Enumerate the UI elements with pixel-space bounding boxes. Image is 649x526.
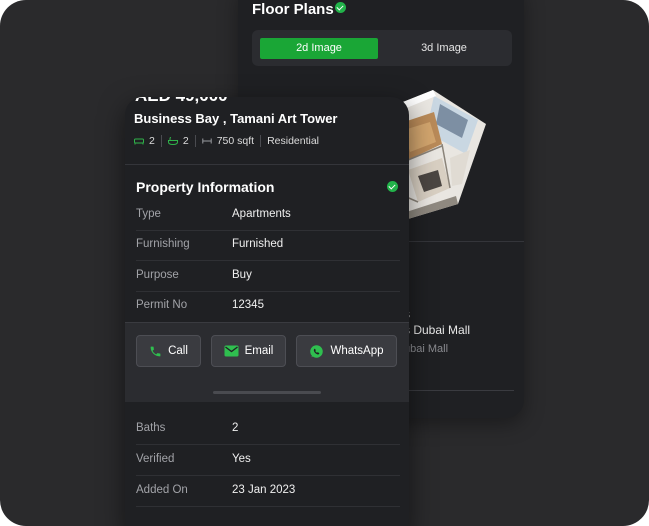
- bed-icon: [134, 138, 144, 145]
- info-value: Apartments: [232, 208, 291, 220]
- beds-count: 2: [149, 135, 155, 147]
- info-value: 2: [232, 422, 239, 434]
- info-row-added-on: Added On 23 Jan 2023: [136, 475, 400, 507]
- info-row-type: Type Apartments: [136, 199, 400, 231]
- category-value: Residential: [267, 135, 320, 147]
- info-key: Added On: [136, 484, 188, 496]
- info-key: Purpose: [136, 269, 179, 281]
- info-key: Baths: [136, 422, 166, 434]
- property-info-title: Property Information: [136, 179, 275, 195]
- area-stat: 750 sqft: [201, 135, 255, 147]
- whatsapp-button[interactable]: WhatsApp: [296, 335, 397, 367]
- info-key: Permit No: [136, 299, 188, 311]
- info-key: Type: [136, 208, 161, 220]
- separator: [160, 135, 162, 147]
- info-value: 12345: [232, 299, 264, 311]
- floor-plan-tabs: 2d Image 3d Image: [252, 30, 512, 66]
- info-value: 23 Jan 2023: [232, 484, 296, 496]
- info-value: Buy: [232, 269, 252, 281]
- call-button[interactable]: Call: [136, 335, 201, 367]
- info-row-baths: Baths 2: [136, 413, 400, 445]
- verified-check-icon: [335, 2, 346, 13]
- info-row-furnishing: Furnishing Furnished: [136, 229, 400, 261]
- info-key: Verified: [136, 453, 175, 465]
- area-value: 750 sqft: [216, 135, 255, 147]
- phone-icon: [150, 346, 161, 356]
- floor-plans-title: Floor Plans: [252, 1, 334, 18]
- partial-text: ubai Mall: [404, 343, 449, 355]
- verified-check-icon: [387, 181, 398, 192]
- area-icon: [201, 138, 212, 144]
- app-stage: Floor Plans 2d Image 3d Image s Dubai Ma…: [0, 0, 649, 526]
- partial-text: s Dubai Mall: [404, 323, 471, 337]
- tab-3d-image[interactable]: 3d Image: [384, 38, 504, 59]
- property-details-card: AED 49,000 Business Bay , Tamani Art Tow…: [125, 97, 409, 526]
- email-label: Email: [244, 345, 274, 357]
- bath-icon: [167, 137, 178, 145]
- listing-price: AED 49,000: [135, 97, 228, 106]
- info-row-permit: Permit No 12345: [136, 290, 400, 321]
- baths-stat: 2: [167, 135, 189, 147]
- email-button[interactable]: Email: [211, 335, 286, 367]
- info-key: Furnishing: [136, 238, 190, 250]
- whatsapp-label: WhatsApp: [330, 345, 384, 357]
- mail-icon: [224, 345, 239, 357]
- info-row-purpose: Purpose Buy: [136, 260, 400, 292]
- listing-address: Business Bay , Tamani Art Tower: [134, 111, 338, 126]
- listing-stats: 2 2 750 sqft Residential: [134, 134, 319, 148]
- separator: [194, 135, 196, 147]
- drag-handle[interactable]: [213, 391, 321, 394]
- info-value: Furnished: [232, 238, 284, 250]
- tab-2d-image[interactable]: 2d Image: [260, 38, 378, 59]
- info-value: Yes: [232, 453, 251, 465]
- card-divider: [125, 164, 409, 165]
- info-row-verified: Verified Yes: [136, 444, 400, 476]
- divider: [404, 390, 514, 391]
- beds-stat: 2: [134, 135, 155, 147]
- call-label: Call: [168, 345, 188, 357]
- contact-actions-bar: Call Email WhatsApp: [125, 322, 409, 402]
- baths-count: 2: [182, 135, 189, 147]
- whatsapp-icon: [310, 344, 324, 358]
- separator: [260, 135, 262, 147]
